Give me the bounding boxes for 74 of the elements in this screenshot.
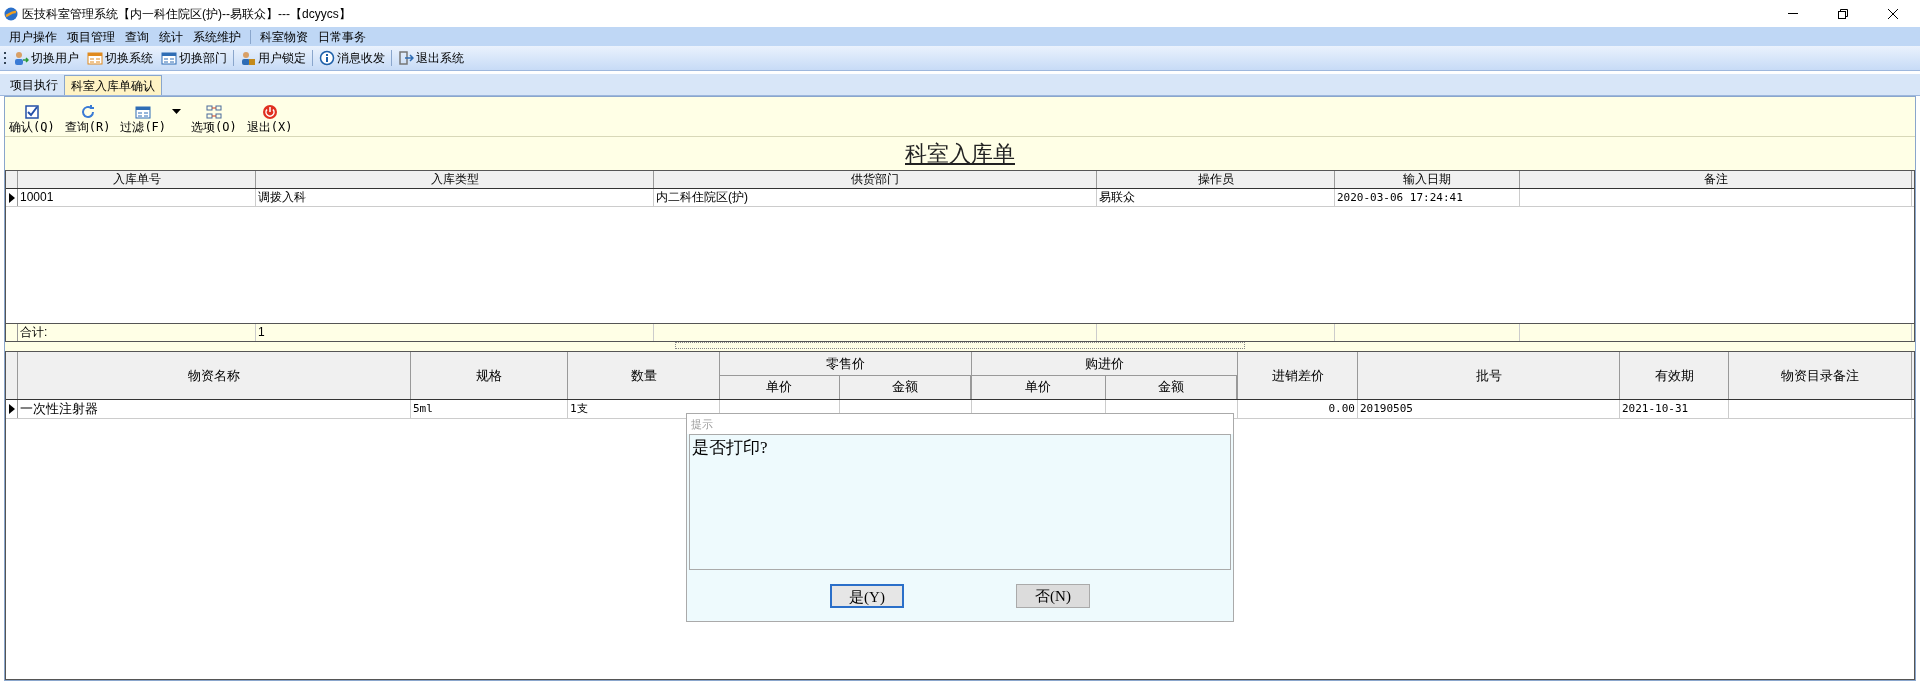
app-logo-icon [4, 6, 18, 21]
column-header[interactable]: 输入日期 [1335, 171, 1520, 188]
table-cell: 易联众 [1097, 189, 1335, 206]
dropdown-caret-icon[interactable] [172, 109, 182, 114]
column-header[interactable]: 操作员 [1097, 171, 1335, 188]
table-cell: 0.00 [1238, 400, 1358, 418]
total-label: 合计: [18, 324, 256, 341]
menu-item[interactable]: 统计 [154, 27, 188, 46]
toolbar-button[interactable]: 用户锁定 [238, 49, 308, 67]
toolbar-button[interactable]: 切换系统 [85, 49, 155, 67]
column-header[interactable]: 有效期 [1620, 352, 1729, 399]
column-header[interactable]: 供货部门 [654, 171, 1097, 188]
window-title: 医技科室管理系统【内一科住院区(护)--易联众】---【dcyycs】 [22, 5, 351, 23]
row-pointer-icon [8, 404, 15, 414]
toolbar-button[interactable]: 切换部门 [159, 49, 229, 67]
table-cell: 2020-03-06 17:24:41 [1335, 189, 1520, 206]
column-group-header: 购进价 [972, 352, 1237, 376]
column-header[interactable]: 入库单号 [18, 171, 256, 188]
exit-icon [398, 50, 414, 66]
column-header[interactable]: 备注 [1520, 171, 1912, 188]
column-header[interactable]: 进销差价 [1238, 352, 1358, 399]
tab[interactable]: 项目执行 [4, 75, 64, 95]
column-header[interactable]: 物资目录备注 [1729, 352, 1912, 399]
column-header[interactable]: 物资名称 [18, 352, 411, 399]
table-cell: 一次性注射器 [18, 400, 411, 418]
tab[interactable]: 科室入库单确认 [64, 75, 162, 95]
menu-item[interactable]: 科室物资 [255, 27, 313, 46]
toolbar-button[interactable]: 退出系统 [396, 49, 466, 67]
menu-item[interactable]: 日常事务 [313, 27, 371, 46]
column-header[interactable]: 金额 [1105, 376, 1237, 399]
message-area: 是否打印? [689, 434, 1231, 570]
splitter-handle[interactable] [675, 342, 1245, 349]
table-cell: 5ml [411, 400, 568, 418]
dialog-title: 提示 [687, 414, 1233, 434]
menu-item[interactable]: 系统维护 [188, 27, 246, 46]
column-header[interactable]: 数量 [568, 352, 720, 399]
action-button[interactable]: 确认(Q) [9, 104, 55, 134]
action-button[interactable]: 查询(R) [64, 104, 111, 134]
column-header[interactable]: 单价 [720, 376, 840, 399]
action-button[interactable]: 选项(O) [191, 104, 237, 134]
table-cell: 调拨入科 [256, 189, 654, 206]
menu-item[interactable]: 查询 [120, 27, 154, 46]
dialog-button[interactable]: 是(Y) [830, 583, 904, 608]
toolbar-button[interactable]: 切换用户 [11, 49, 81, 67]
close-icon [1888, 8, 1898, 19]
refresh-icon [79, 104, 96, 120]
table-cell: 20190505 [1358, 400, 1620, 418]
minimize-icon [1788, 13, 1798, 14]
column-header[interactable]: 单价 [972, 376, 1106, 399]
action-button[interactable]: 退出(X) [246, 104, 293, 134]
table-cell: 10001 [18, 189, 256, 206]
power-icon [261, 104, 278, 120]
menu-item[interactable]: 用户操作 [4, 27, 62, 46]
row-pointer-icon [8, 192, 15, 203]
column-header[interactable]: 金额 [839, 376, 971, 399]
column-group-header: 零售价 [720, 352, 971, 376]
info-icon [319, 50, 335, 66]
column-header[interactable]: 规格 [411, 352, 568, 399]
users-icon [13, 50, 29, 66]
total-count: 1 [256, 324, 654, 341]
menu-item[interactable]: 项目管理 [62, 27, 120, 46]
options-icon [205, 104, 222, 120]
form-title: 科室入库单 [905, 140, 1015, 168]
table-cell: 2021-10-31 [1620, 400, 1729, 418]
toolbar-button[interactable]: 消息收发 [317, 49, 387, 67]
column-header[interactable]: 入库类型 [256, 171, 654, 188]
restore-icon [1838, 8, 1848, 19]
action-button[interactable]: 过滤(F) [120, 104, 167, 134]
dialog-button[interactable]: 否(N) [1016, 583, 1090, 608]
toolbar-grip-icon [4, 51, 7, 65]
column-header[interactable]: 批号 [1358, 352, 1620, 399]
table-cell: 内二科住院区(护) [654, 189, 1097, 206]
lock-icon [240, 50, 256, 66]
check-icon [23, 104, 40, 120]
